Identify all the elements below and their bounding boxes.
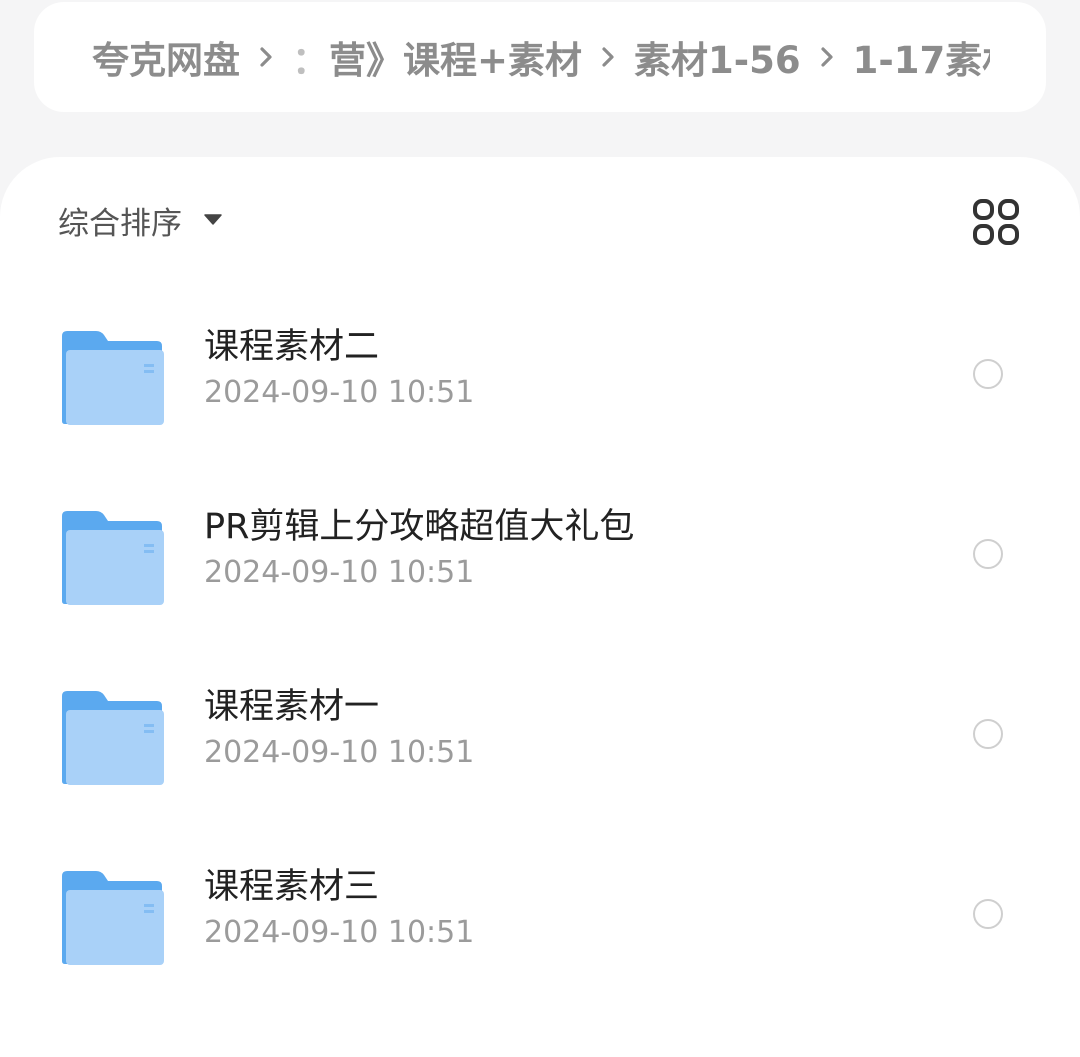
list-item[interactable]: 课程素材二 2024-09-10 10:51 [0,327,1080,480]
folder-icon [60,870,166,966]
file-date: 2024-09-10 10:51 [204,375,475,410]
sort-dropdown[interactable]: 综合排序 [58,200,222,242]
select-radio[interactable] [973,359,1003,389]
select-radio[interactable] [973,899,1003,929]
breadcrumb-truncation-mark: ： [292,39,329,82]
caret-down-icon [204,214,222,226]
breadcrumb-item-current[interactable]: 1-17素材 [853,30,990,84]
list-item[interactable]: PR剪辑上分攻略超值大礼包 2024-09-10 10:51 [0,507,1080,660]
file-name: PR剪辑上分攻略超值大礼包 [204,507,635,547]
list-item[interactable]: 课程素材一 2024-09-10 10:51 [0,687,1080,840]
folder-icon [60,330,166,426]
file-date: 2024-09-10 10:51 [204,915,475,950]
chevron-right-icon [821,47,833,67]
folder-icon [60,690,166,786]
select-radio[interactable] [973,539,1003,569]
select-radio[interactable] [973,719,1003,749]
breadcrumb-item-course-label: 营》课程+素材 [329,39,583,82]
file-name: 课程素材三 [204,867,380,907]
breadcrumb-item-materials[interactable]: 素材1-56 [634,30,801,84]
grid-view-icon[interactable] [972,198,1020,246]
breadcrumb-item-root[interactable]: 夸克网盘 [92,30,240,84]
file-date: 2024-09-10 10:51 [204,735,475,770]
breadcrumb: 夸克网盘 ：营》课程+素材 素材1-56 1-17素材 [34,2,1046,112]
folder-icon [60,510,166,606]
list-item[interactable]: 课程素材三 2024-09-10 10:51 [0,867,1080,1020]
sort-label: 综合排序 [58,205,182,242]
file-date: 2024-09-10 10:51 [204,555,475,590]
chevron-right-icon [260,47,272,67]
breadcrumb-trail: 夸克网盘 ：营》课程+素材 素材1-56 1-17素材 [92,2,990,112]
breadcrumb-item-course[interactable]: ：营》课程+素材 [292,30,582,84]
file-name: 课程素材二 [204,327,380,367]
chevron-right-icon [602,47,614,67]
file-name: 课程素材一 [204,687,380,727]
